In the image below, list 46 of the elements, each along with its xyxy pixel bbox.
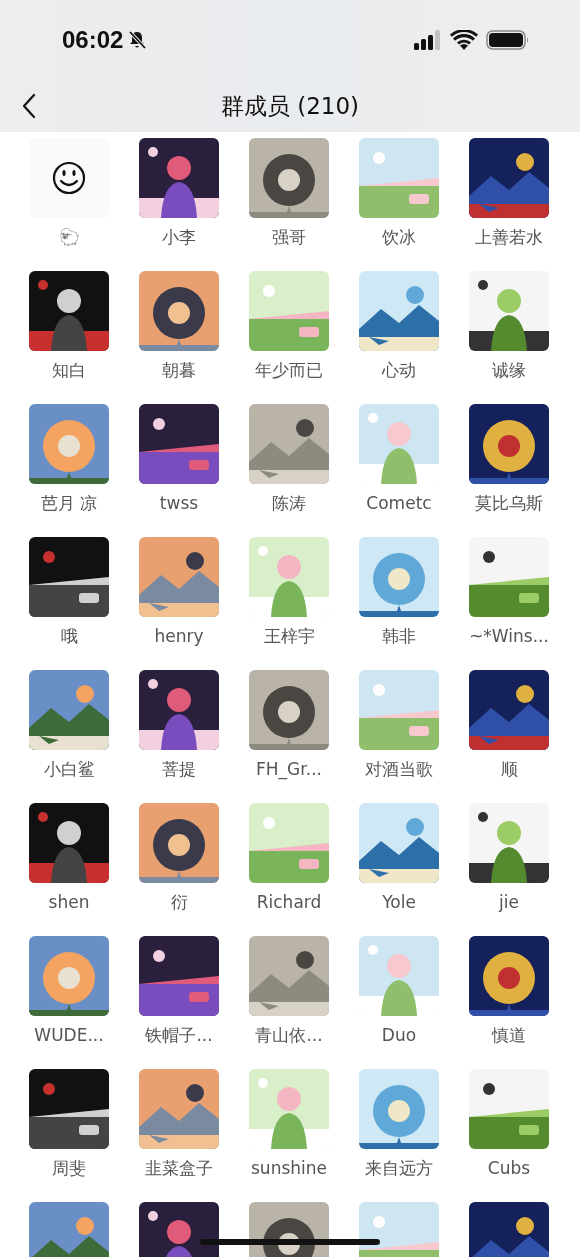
member-name: 对酒当歌	[365, 758, 433, 781]
member-name: 🐑	[58, 226, 80, 249]
member-name: 知白	[52, 359, 86, 382]
member-name: 小李	[162, 226, 196, 249]
member-name: 上善若水	[475, 226, 543, 249]
member-name: 小白鲨	[43, 758, 95, 781]
member-name: 韩非	[382, 625, 416, 648]
member-name: 铁帽子...	[145, 1024, 213, 1047]
member-name: 饮冰	[382, 226, 416, 249]
member-name: henry	[154, 625, 204, 648]
member-name: 王梓宇	[263, 625, 315, 648]
member-name: 强哥	[272, 226, 306, 249]
member-name: 朝暮	[162, 359, 196, 382]
member-name: 陈涛	[272, 492, 306, 515]
member-name: 顺	[500, 758, 518, 781]
status-time: 06:02	[62, 26, 124, 54]
member-name: ~*Wins...	[469, 625, 549, 648]
wifi-icon	[450, 30, 478, 50]
member-name: 心动	[382, 359, 416, 382]
member-name: 诚缘	[492, 359, 526, 382]
member-name: Richard	[256, 891, 322, 914]
member-name: 周斐	[52, 1157, 86, 1180]
member-name: shen	[48, 891, 90, 914]
battery-icon	[486, 30, 530, 50]
member-name: Cometc	[366, 492, 432, 515]
member-name: 莫比乌斯	[475, 492, 543, 515]
member-name: sunshine	[251, 1157, 327, 1180]
member-name: 衍	[170, 891, 188, 914]
member-name: 哦	[60, 625, 78, 648]
member-name: Yole	[382, 891, 416, 914]
member-name: 来自远方	[365, 1157, 433, 1180]
back-icon[interactable]	[22, 93, 36, 119]
member-name: Duo	[381, 1024, 417, 1047]
member-name: WUDE...	[34, 1024, 104, 1047]
member-name: 慎道	[492, 1024, 526, 1047]
member-name: FH_Gr...	[256, 758, 322, 781]
member-name: Cubs	[487, 1157, 531, 1180]
member-name: 韭菜盒子	[145, 1157, 213, 1180]
member-name: jie	[499, 891, 519, 914]
member-name: 菩提	[162, 758, 196, 781]
member-name: twss	[159, 492, 199, 515]
page-title: 群成员 (210)	[220, 91, 360, 121]
signal-icon	[414, 30, 442, 50]
member-name: 芭月 凉	[40, 492, 98, 515]
member-name: 青山依...	[255, 1024, 323, 1047]
member-name: 年少而已	[255, 359, 323, 382]
